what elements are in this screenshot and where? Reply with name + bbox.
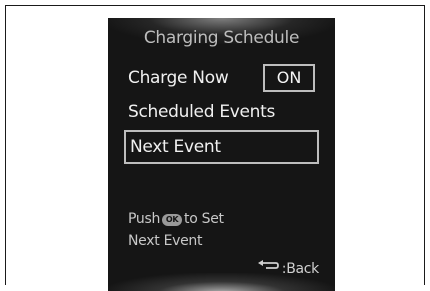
charge-now-label[interactable]: Charge Now (128, 68, 229, 88)
hint-line2: Next Event (128, 233, 203, 249)
bottom-glow (108, 273, 335, 291)
hint-suffix: to Set (184, 211, 224, 227)
charge-now-toggle[interactable]: ON (263, 64, 315, 92)
display-screen: Charging Schedule Charge Now ON Schedule… (108, 18, 335, 291)
ok-button-icon: OK (162, 214, 183, 226)
hint-text: Push OK to Set Next Event (128, 208, 224, 252)
next-event-item[interactable]: Next Event (124, 130, 319, 164)
scheduled-events-item[interactable]: Scheduled Events (128, 102, 275, 122)
hint-prefix: Push (128, 211, 161, 227)
next-event-label: Next Event (130, 137, 221, 157)
screen-title: Charging Schedule (143, 28, 300, 48)
document-frame: Charging Schedule Charge Now ON Schedule… (5, 5, 425, 291)
